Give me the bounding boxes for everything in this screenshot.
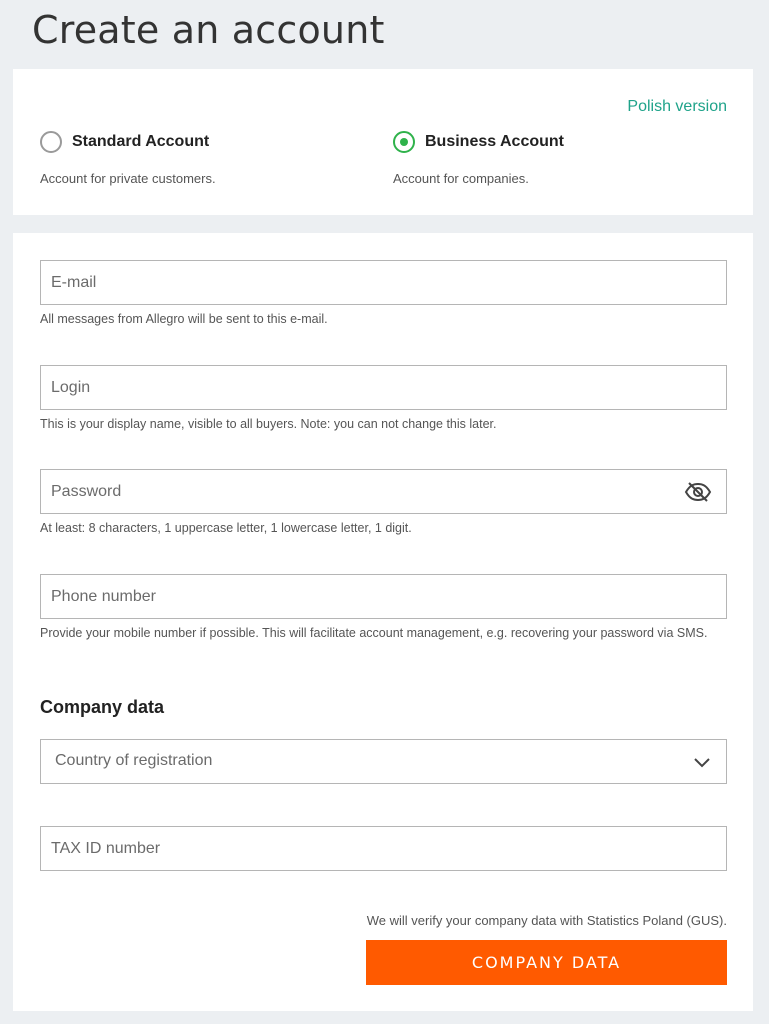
- email-hint: All messages from Allegro will be sent t…: [40, 312, 328, 326]
- company-data-heading: Company data: [40, 697, 165, 717]
- phone-input[interactable]: [41, 575, 726, 618]
- page-title: Create an account: [32, 8, 385, 52]
- tax-id-field[interactable]: [40, 826, 727, 871]
- registration-form: All messages from Allegro will be sent t…: [13, 233, 753, 1011]
- tax-id-input[interactable]: [41, 827, 726, 870]
- email-field[interactable]: [40, 260, 727, 305]
- login-input[interactable]: [41, 366, 726, 409]
- phone-field[interactable]: [40, 574, 727, 619]
- login-hint: This is your display name, visible to al…: [40, 417, 497, 431]
- account-type-card: Polish version Standard Account Account …: [13, 69, 753, 215]
- login-field[interactable]: [40, 365, 727, 410]
- company-data-button[interactable]: COMPANY DATA: [366, 940, 727, 985]
- standard-account-label[interactable]: Standard Account: [72, 133, 209, 151]
- email-input[interactable]: [41, 261, 726, 304]
- eye-off-icon[interactable]: [684, 480, 712, 504]
- password-input[interactable]: [41, 470, 726, 513]
- standard-account-radio[interactable]: Standard Account: [40, 131, 209, 153]
- business-account-radio[interactable]: Business Account: [393, 131, 564, 153]
- password-field[interactable]: [40, 469, 727, 514]
- standard-account-description: Account for private customers.: [40, 171, 216, 186]
- radio-checked-icon[interactable]: [393, 131, 415, 153]
- polish-version-link[interactable]: Polish version: [627, 98, 727, 116]
- business-account-label[interactable]: Business Account: [425, 133, 564, 151]
- gus-verification-note: We will verify your company data with St…: [366, 913, 727, 928]
- country-select-value: Country of registration: [55, 752, 213, 769]
- phone-hint: Provide your mobile number if possible. …: [40, 626, 708, 640]
- password-hint: At least: 8 characters, 1 uppercase lett…: [40, 521, 412, 535]
- business-account-description: Account for companies.: [393, 171, 529, 186]
- country-select[interactable]: Country of registration: [40, 739, 727, 784]
- radio-unchecked-icon[interactable]: [40, 131, 62, 153]
- chevron-down-icon[interactable]: [692, 754, 712, 770]
